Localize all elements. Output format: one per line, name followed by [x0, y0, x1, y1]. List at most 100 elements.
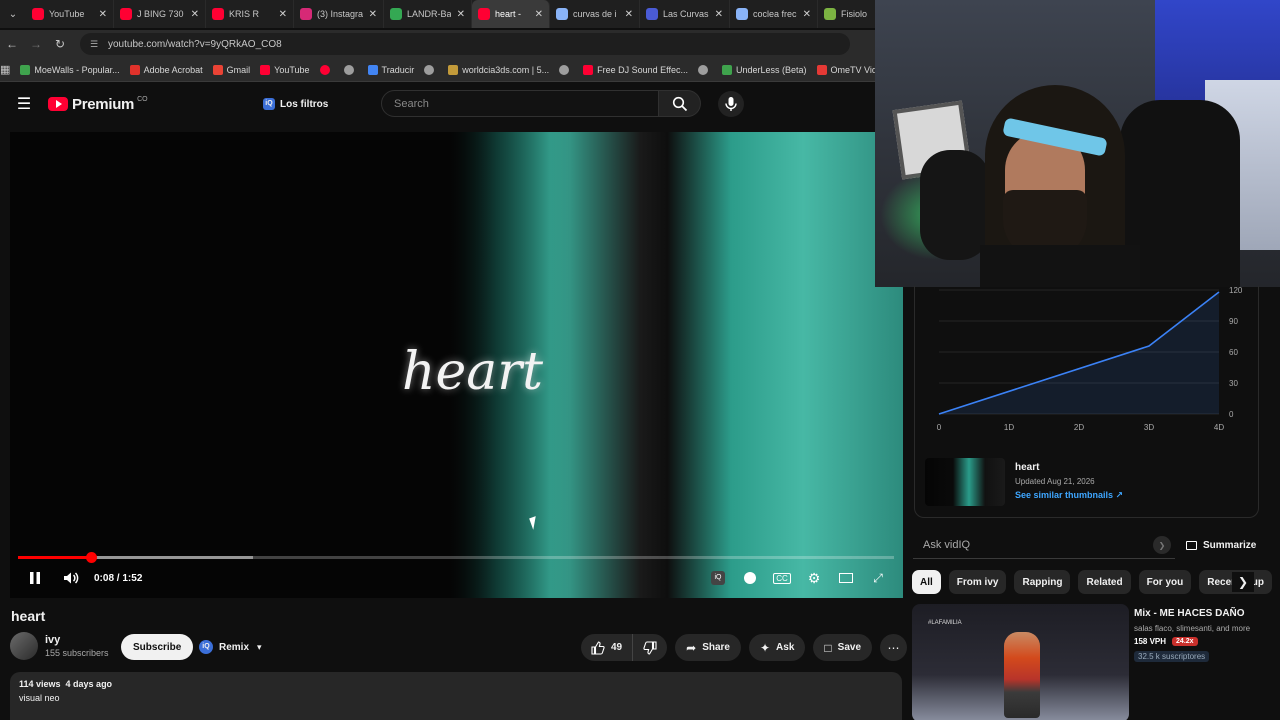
browser-tab[interactable]: YouTube ✕	[26, 0, 114, 28]
scrubber-handle[interactable]	[85, 552, 97, 563]
tab-favicon-icon	[390, 8, 402, 20]
chips-next-button[interactable]: ❯	[1232, 572, 1254, 592]
autoplay-toggle[interactable]	[734, 568, 766, 588]
bookmark-item[interactable]: worldcia3ds.com | 5...	[448, 64, 550, 75]
screen: ⌄ YouTube ✕ J BING 730 ✕ KRIS R ✕ (3) Instagra…	[0, 0, 1280, 720]
subtitles-button[interactable]: CC	[766, 568, 798, 588]
summarize-button[interactable]: Summarize	[1186, 535, 1256, 555]
tab-close-icon[interactable]: ✕	[369, 9, 377, 20]
ask-button[interactable]: ✦ Ask	[748, 634, 806, 661]
more-actions-button[interactable]: ⋯	[880, 634, 908, 661]
progress-bar[interactable]	[18, 552, 894, 563]
browser-tab[interactable]: LANDR-Ba ✕	[384, 0, 472, 28]
browser-tab[interactable]: curvas de i ✕	[550, 0, 640, 28]
ask-vidiq-input[interactable]: Ask vidIQ ❯	[913, 532, 1175, 559]
bookmark-item[interactable]: Free DJ Sound Effec...	[583, 64, 688, 75]
address-bar[interactable]: ☰ youtube.com/watch?v=9yQRkAO_CO8	[80, 33, 850, 55]
bookmark-item[interactable]	[698, 64, 712, 75]
voice-search-button[interactable]	[718, 91, 744, 117]
bookmark-item[interactable]	[559, 64, 573, 75]
bookmark-item[interactable]: Gmail	[212, 64, 251, 75]
tab-favicon-icon	[212, 8, 224, 20]
update-thumbnail[interactable]	[925, 458, 1005, 506]
vidiq-player-button[interactable]: iQ	[702, 568, 734, 588]
filter-chip[interactable]: Related	[1078, 570, 1131, 594]
video-player[interactable]: heart 0:08 / 1:52 iQ CC ⚙ ⤢	[10, 132, 903, 598]
description-box[interactable]: 114 views 4 days ago visual neo	[10, 672, 902, 720]
bookmark-label: worldcia3ds.com | 5...	[462, 64, 550, 75]
remix-label: Remix	[219, 641, 250, 653]
browser-tab[interactable]: heart - ✕	[472, 0, 550, 28]
bookmark-item[interactable]	[343, 64, 358, 75]
filter-chip[interactable]: Rapping	[1014, 570, 1071, 594]
played-bar	[18, 556, 91, 559]
channel-avatar[interactable]	[10, 632, 38, 660]
ask-vidiq-placeholder: Ask vidIQ	[923, 539, 971, 551]
settings-button[interactable]: ⚙	[798, 568, 830, 588]
tab-close-icon[interactable]: ✕	[191, 9, 199, 20]
browser-tab[interactable]: (3) Instagram ✕	[294, 0, 384, 28]
bookmark-item[interactable]	[424, 64, 438, 75]
tab-close-icon[interactable]: ✕	[625, 9, 633, 20]
theater-mode-button[interactable]	[830, 568, 862, 588]
vidiq-filters-button[interactable]: iQ Los filtros	[263, 92, 328, 116]
bookmark-item[interactable]: YouTube	[260, 64, 310, 75]
menu-icon[interactable]: ☰	[0, 94, 48, 114]
thumbnail-figure	[1004, 632, 1040, 718]
tab-close-icon[interactable]: ✕	[535, 9, 543, 20]
recommended-thumbnail[interactable]: #LAFAMILIA	[912, 604, 1129, 720]
reload-icon[interactable]: ↻	[48, 37, 72, 51]
similar-thumbnails-link[interactable]: See similar thumbnails ↗	[1015, 490, 1123, 501]
update-title: heart	[1015, 462, 1040, 473]
tab-search-chevron-icon[interactable]: ⌄	[0, 9, 26, 20]
channel-name[interactable]: ivy	[45, 634, 109, 646]
browser-tab[interactable]: KRIS R ✕	[206, 0, 294, 28]
current-time: 0:08	[94, 572, 115, 584]
bookmark-favicon-icon	[448, 64, 459, 75]
site-info-icon[interactable]: ☰	[90, 39, 104, 50]
video-title: heart	[11, 608, 46, 624]
tab-close-icon[interactable]: ✕	[715, 9, 723, 20]
recommended-video[interactable]: #LAFAMILIA Mix - ME HACES DAÑO salas fla…	[912, 604, 1280, 720]
subscribe-button[interactable]: Subscribe	[121, 634, 194, 660]
tab-close-icon[interactable]: ✕	[279, 9, 287, 20]
chevron-down-icon: ▾	[257, 641, 262, 652]
share-label: Share	[702, 642, 730, 653]
youtube-premium-logo[interactable]: Premium CO	[48, 96, 148, 113]
share-button[interactable]: ➦ Share	[675, 634, 741, 661]
tab-close-icon[interactable]: ✕	[803, 9, 811, 20]
tab-close-icon[interactable]: ✕	[457, 9, 465, 20]
bookmark-item[interactable]	[319, 64, 334, 75]
like-button[interactable]: 49	[581, 634, 634, 661]
bookmark-label: Gmail	[226, 64, 251, 75]
filter-chip[interactable]: From ivy	[948, 570, 1007, 594]
bookmark-item[interactable]: Traducir	[367, 64, 414, 75]
summarize-label: Summarize	[1203, 539, 1257, 551]
back-icon[interactable]: ←	[0, 37, 24, 51]
fullscreen-button[interactable]: ⤢	[862, 568, 894, 588]
bookmark-item[interactable]: MoeWalls - Popular...	[20, 64, 120, 75]
save-button[interactable]: □ Save	[813, 634, 873, 661]
search-input[interactable]: Search	[381, 90, 659, 117]
bookmark-item[interactable]: Adobe Acrobat	[129, 64, 203, 75]
volume-button[interactable]	[58, 568, 84, 588]
send-arrow-icon[interactable]: ❯	[1153, 536, 1171, 554]
tab-close-icon[interactable]: ✕	[99, 9, 107, 20]
dislike-button[interactable]	[633, 634, 667, 661]
browser-tab[interactable]: Fisiolo	[818, 0, 878, 28]
forward-icon[interactable]: →	[24, 37, 48, 51]
cc-icon: CC	[773, 572, 791, 584]
pause-icon	[30, 572, 40, 584]
apps-grid-icon[interactable]: ▦	[0, 63, 10, 76]
browser-tab[interactable]: Las Curvas ✕	[640, 0, 730, 28]
browser-tab[interactable]: J BING 730 ✕	[114, 0, 206, 28]
bookmark-item[interactable]: UnderLess (Beta)	[722, 64, 807, 75]
book-icon	[1186, 540, 1197, 550]
pause-button[interactable]	[22, 568, 48, 588]
filter-chip[interactable]: For you	[1138, 570, 1192, 594]
search-button[interactable]	[659, 90, 701, 117]
browser-tab[interactable]: coclea frec ✕	[730, 0, 818, 28]
remix-button[interactable]: iQ Remix ▾	[195, 634, 272, 660]
share-icon: ➦	[686, 640, 697, 655]
filter-chip[interactable]: All	[912, 570, 941, 594]
